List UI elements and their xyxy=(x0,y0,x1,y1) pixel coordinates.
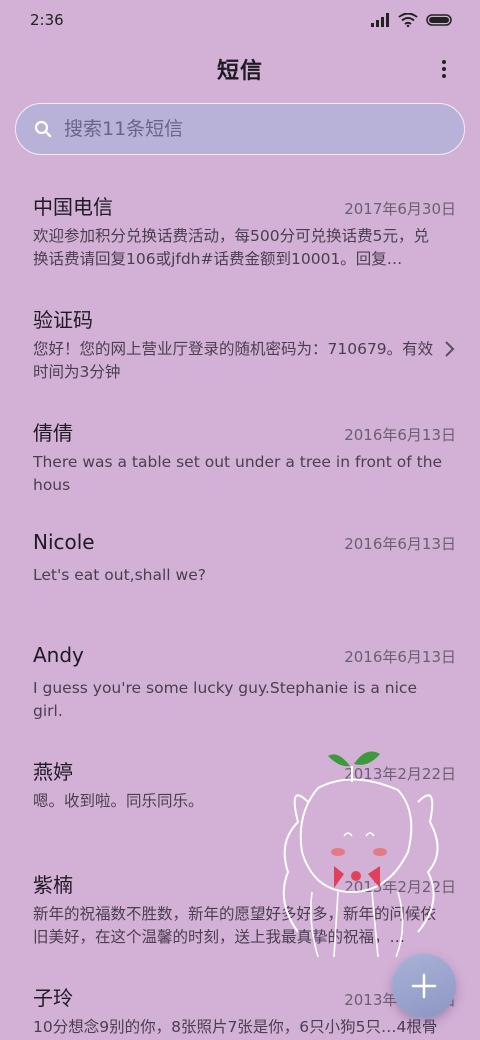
message-preview: 您好！您的网上营业厅登录的随机密码为：710679。有效时间为3分钟 xyxy=(33,340,434,381)
battery-icon xyxy=(426,14,452,26)
sender-name: 中国电信 xyxy=(33,195,113,219)
message-item[interactable]: Andy 2016年6月13日 I guess you're some luck… xyxy=(0,627,480,740)
message-date: 2016年6月13日 xyxy=(344,535,456,553)
message-item[interactable]: 倩倩 2016年6月13日 There was a table set out … xyxy=(0,401,480,514)
search-input[interactable] xyxy=(64,118,424,140)
message-preview: 欢迎参加积分兑换话费活动，每500分可兑换话费5元，兑换话费请回复106或jfd… xyxy=(33,227,429,268)
message-item[interactable]: 紫楠 2013年2月22日 新年的祝福数不胜数，新年的愿望好多好多，新年的问候依… xyxy=(0,853,480,966)
message-item[interactable]: Nicole 2016年6月13日 Let's eat out,shall we… xyxy=(0,514,480,627)
search-icon xyxy=(34,120,52,138)
page-title: 短信 xyxy=(216,59,263,84)
new-message-button[interactable] xyxy=(392,954,456,1018)
status-icons xyxy=(370,13,454,27)
sender-name: 子玲 xyxy=(33,986,73,1010)
more-menu-button[interactable] xyxy=(432,56,456,82)
sender-name: 燕婷 xyxy=(33,760,73,784)
message-preview: There was a table set out under a tree i… xyxy=(33,453,443,494)
chevron-right-icon[interactable] xyxy=(444,340,456,358)
sender-name: 倩倩 xyxy=(33,421,73,445)
message-preview: I guess you're some lucky guy.Stephanie … xyxy=(33,679,417,720)
more-vertical-icon xyxy=(442,60,446,78)
message-item[interactable]: 验证码 您好！您的网上营业厅登录的随机密码为：710679。有效时间为3分钟 xyxy=(0,288,480,401)
message-item[interactable]: 中国电信 2017年6月30日 欢迎参加积分兑换话费活动，每500分可兑换话费5… xyxy=(0,175,480,288)
search-bar[interactable] xyxy=(15,103,465,155)
sender-name: Andy xyxy=(33,643,84,667)
app-header: 短信 xyxy=(0,40,480,98)
message-date: 2016年6月13日 xyxy=(344,648,456,666)
message-list: 中国电信 2017年6月30日 欢迎参加积分兑换话费活动，每500分可兑换话费5… xyxy=(0,175,480,1040)
message-preview: 10分想念9别的你，8张照片7张是你，6只小狗5只…4根骨头3根归你，2爪着地1… xyxy=(33,1018,438,1036)
sender-name: 验证码 xyxy=(33,308,93,332)
message-preview: 新年的祝福数不胜数，新年的愿望好多好多，新年的问候依旧美好，在这个温馨的时刻，送… xyxy=(33,905,437,946)
message-item[interactable]: 燕婷 2013年2月22日 嗯。收到啦。同乐同乐。 xyxy=(0,740,480,853)
status-bar: 2:36 xyxy=(0,0,480,40)
message-date: 2013年2月22日 xyxy=(344,765,456,783)
wifi-icon xyxy=(398,13,418,27)
plus-icon xyxy=(411,973,437,999)
message-preview: 嗯。收到啦。同乐同乐。 xyxy=(33,792,204,810)
message-preview: Let's eat out,shall we? xyxy=(33,566,206,584)
message-date: 2016年6月13日 xyxy=(344,426,456,444)
sender-name: 紫楠 xyxy=(33,873,73,897)
sender-name: Nicole xyxy=(33,530,95,554)
status-time: 2:36 xyxy=(30,11,64,29)
message-date: 2013年2月22日 xyxy=(344,878,456,896)
signal-icon xyxy=(371,13,389,27)
message-date: 2017年6月30日 xyxy=(344,200,456,218)
